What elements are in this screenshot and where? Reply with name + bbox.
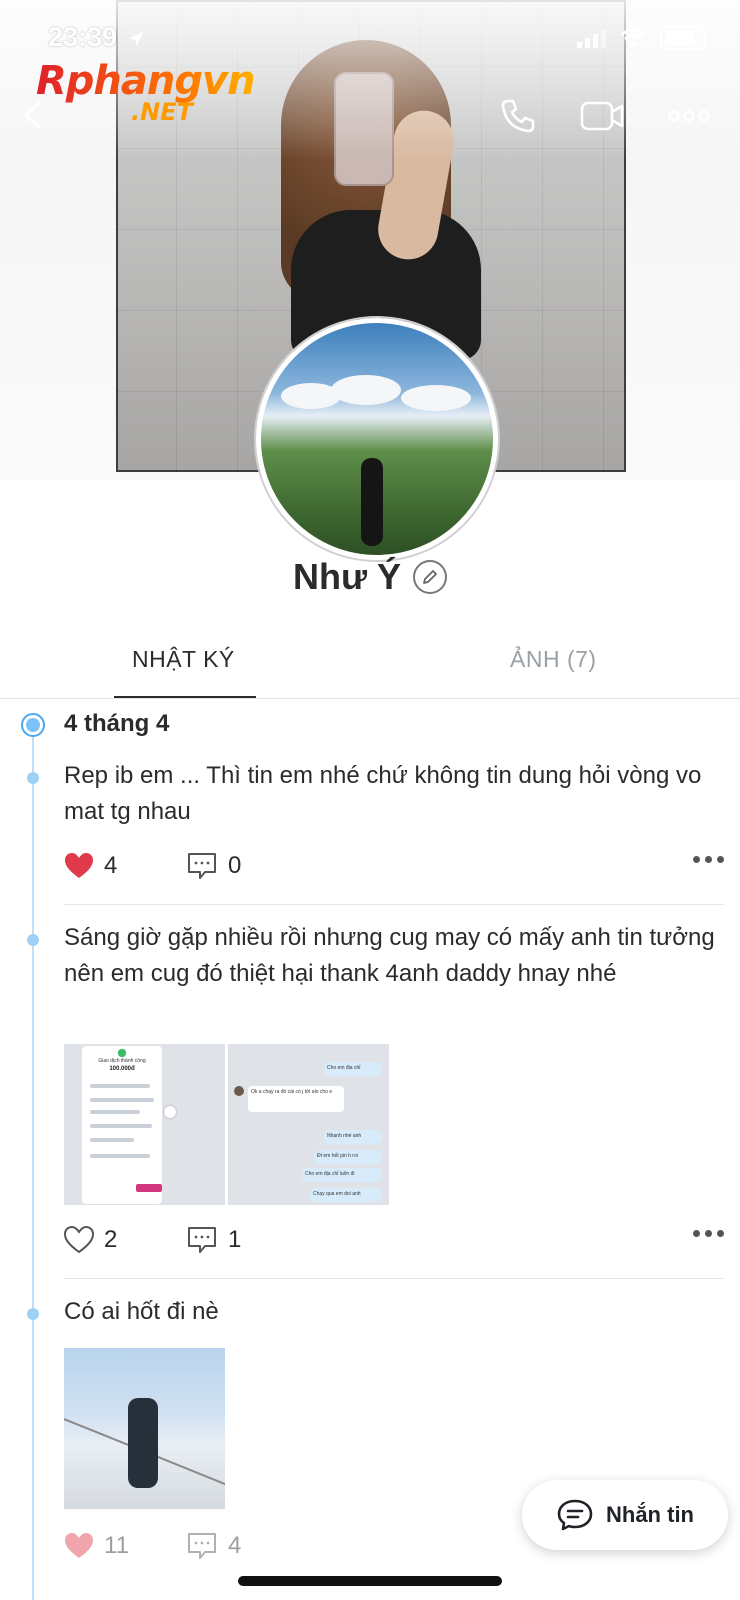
like-button[interactable]: 2 <box>64 1226 186 1254</box>
avatar-cloud <box>331 375 401 405</box>
image-person <box>128 1398 158 1488</box>
chat-bubble: Nhanh nhé anh <box>324 1130 382 1144</box>
profile-avatar[interactable] <box>256 318 498 560</box>
back-arrow-icon[interactable] <box>20 100 50 130</box>
tab-diary[interactable]: NHẬT KÝ <box>132 646 235 673</box>
comment-count: 0 <box>228 852 242 879</box>
avatar-person <box>361 458 383 546</box>
profile-tabs: NHẬT KÝ ẢNH (7) <box>0 630 740 699</box>
post-divider <box>64 1278 724 1279</box>
share-icon <box>164 1106 176 1118</box>
avatar-cloud <box>401 385 471 411</box>
post-text[interactable]: Có ai hốt đi nè <box>64 1294 724 1330</box>
chat-bubble: Chạy qua em doi anh <box>310 1188 382 1202</box>
payment-button <box>136 1184 162 1192</box>
phone-call-icon[interactable] <box>500 98 536 134</box>
status-indicators <box>577 26 706 50</box>
like-button[interactable]: 11 <box>64 1532 186 1560</box>
payment-line <box>90 1124 152 1128</box>
post-actions: 4 0 <box>64 848 724 884</box>
home-indicator[interactable] <box>238 1576 502 1586</box>
like-count: 4 <box>104 852 118 879</box>
heart-filled-icon <box>65 853 93 878</box>
watermark-suffix: .NET <box>131 98 193 126</box>
post-more-icon[interactable] <box>693 1230 724 1237</box>
timeline-line <box>32 724 34 1600</box>
payment-line <box>90 1084 150 1088</box>
profile-name: Như Ý <box>292 556 402 597</box>
like-count: 2 <box>104 1226 118 1253</box>
chat-bubble: Đt em hết pin h roi <box>314 1150 382 1164</box>
chat-bubble-incoming: Ok a chạy ra đó cái có j tới alo cho e <box>248 1086 344 1112</box>
post-image-payment[interactable]: Giao dịch thành công 100.000đ <box>64 1044 225 1205</box>
timeline-post-marker <box>27 934 39 946</box>
comment-count: 4 <box>228 1532 242 1559</box>
check-circle-icon <box>117 1048 127 1058</box>
payment-line <box>90 1098 154 1102</box>
status-time: 23:39 <box>48 22 145 53</box>
comment-button[interactable]: 1 <box>186 1225 241 1255</box>
send-message-label: Nhắn tin <box>606 1502 694 1527</box>
like-button[interactable]: 4 <box>64 852 186 880</box>
post-text[interactable]: Sáng giờ gặp nhiều rồi nhưng cug may có … <box>64 920 724 992</box>
post-text[interactable]: Rep ib em ... Thì tin em nhé chứ không t… <box>64 758 724 830</box>
profile-name-row: Như Ý <box>0 556 740 598</box>
post-image-stairs[interactable] <box>64 1348 225 1509</box>
post-divider <box>64 904 724 905</box>
tab-photos[interactable]: ẢNH (7) <box>510 646 597 673</box>
payment-line <box>90 1138 134 1142</box>
feed-date: 4 tháng 4 <box>64 710 170 737</box>
like-count: 11 <box>104 1532 129 1559</box>
chat-bubble: Cho em địa chỉ <box>324 1062 382 1076</box>
video-call-icon[interactable] <box>580 100 624 132</box>
comment-count: 1 <box>228 1226 242 1253</box>
comment-button[interactable]: 0 <box>186 851 241 881</box>
heart-filled-icon <box>65 1533 93 1558</box>
chat-bubble: Cho em địa chỉ luôn đi <box>302 1168 382 1182</box>
cellular-signal-icon <box>577 28 606 48</box>
chat-bubble-icon <box>557 1499 593 1531</box>
post-actions: 2 1 <box>64 1222 724 1258</box>
heart-outline-icon <box>64 1226 94 1254</box>
payment-amount: 100.000đ <box>109 1066 135 1072</box>
send-message-button[interactable]: Nhắn tin <box>522 1480 728 1550</box>
timeline-post-marker <box>27 772 39 784</box>
location-arrow-icon <box>128 31 143 47</box>
active-tab-indicator <box>114 696 256 698</box>
timeline-date-marker <box>21 713 45 737</box>
post-image-chat[interactable]: Cho em địa chỉ Ok a chạy ra đó cái có j … <box>228 1044 389 1205</box>
comment-icon <box>188 1227 216 1253</box>
chat-avatar <box>234 1086 244 1096</box>
comment-button[interactable]: 4 <box>186 1531 241 1561</box>
battery-icon <box>660 26 706 50</box>
timeline-post-marker <box>27 1308 39 1320</box>
header-actions <box>500 98 710 134</box>
edit-pencil-icon[interactable] <box>413 560 448 594</box>
payment-title: Giao dịch thành công <box>98 1058 146 1064</box>
payment-line <box>90 1154 150 1158</box>
watermark-logo: Rphangvn .NET <box>36 58 256 126</box>
payment-line <box>90 1110 140 1114</box>
comment-icon <box>188 853 216 879</box>
comment-icon <box>188 1533 216 1559</box>
more-options-icon[interactable] <box>668 109 710 123</box>
post-more-icon[interactable] <box>693 856 724 863</box>
wifi-icon <box>620 28 646 47</box>
